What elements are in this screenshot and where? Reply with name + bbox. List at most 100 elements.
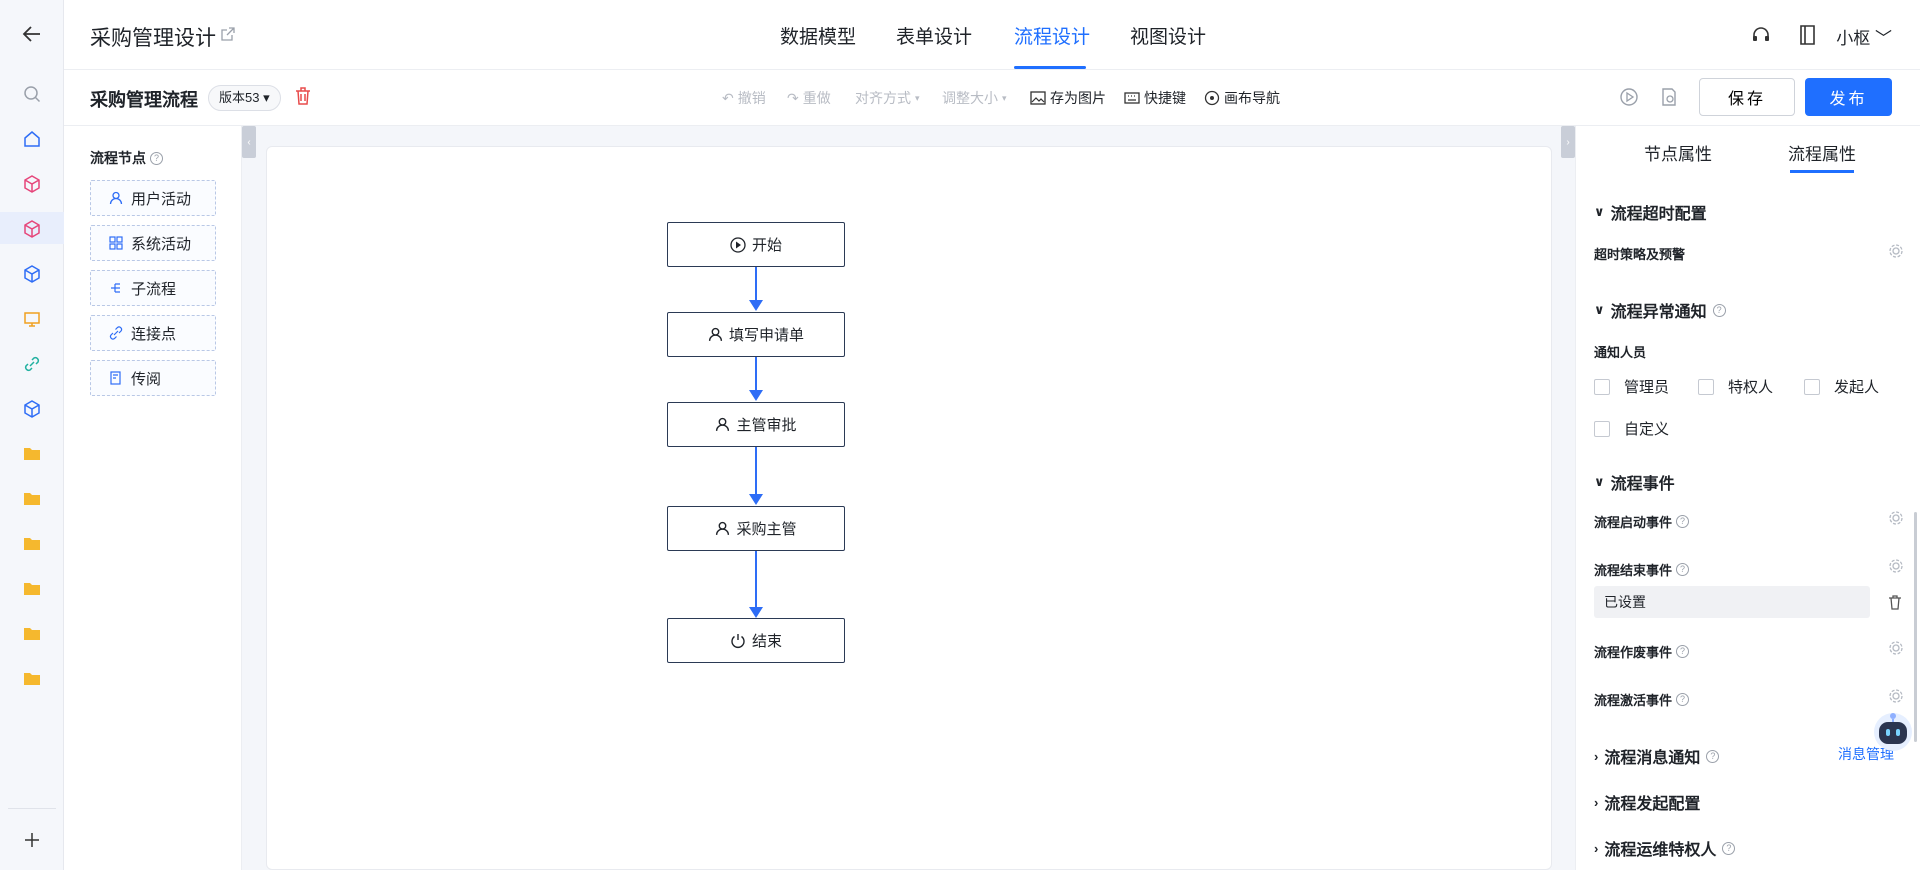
headset-icon[interactable]: [1750, 24, 1772, 46]
folder-icon[interactable]: [20, 622, 44, 646]
cube-pink-icon[interactable]: [20, 172, 44, 196]
back-arrow-icon[interactable]: [20, 22, 44, 46]
tab-form-design[interactable]: 表单设计: [896, 22, 972, 49]
checkbox-custom[interactable]: 自定义: [1594, 418, 1669, 439]
chevron-down-icon: ∨: [1594, 474, 1605, 489]
gear-icon[interactable]: [1888, 510, 1904, 526]
flow-canvas[interactable]: [266, 146, 1552, 870]
flow-node-fill-form[interactable]: 填写申请单: [667, 312, 845, 357]
flow-node-start[interactable]: 开始: [667, 222, 845, 267]
tab-node-properties[interactable]: 节点属性: [1644, 140, 1712, 165]
checkbox-label: 特权人: [1728, 379, 1774, 396]
help-icon[interactable]: ?: [1712, 303, 1726, 317]
checkbox-label: 自定义: [1624, 421, 1670, 438]
section-timeout[interactable]: ∨ 流程超时配置: [1594, 200, 1707, 224]
tab-view-design[interactable]: 视图设计: [1130, 22, 1206, 49]
cube-pink-active-icon[interactable]: [20, 217, 44, 241]
help-icon[interactable]: ?: [150, 151, 163, 165]
assistant-robot-icon[interactable]: [1870, 708, 1916, 752]
book-icon[interactable]: [1798, 24, 1818, 46]
section-exception[interactable]: ∨ 流程异常通知?: [1594, 298, 1726, 322]
flow-edge[interactable]: [755, 357, 757, 390]
user-icon: [109, 191, 123, 205]
folder-icon[interactable]: [20, 532, 44, 556]
flow-node-label: 主管审批: [736, 417, 797, 434]
monitor-icon[interactable]: [20, 307, 44, 331]
delete-icon[interactable]: [1888, 594, 1902, 610]
help-icon[interactable]: ?: [1676, 563, 1690, 576]
circulate-icon: [110, 371, 121, 385]
collapse-right-handle[interactable]: ›: [1561, 126, 1575, 158]
gear-icon[interactable]: [1888, 243, 1904, 259]
user-menu[interactable]: 小枢 ﹀: [1836, 24, 1892, 49]
shortcuts-button[interactable]: 快捷键: [1124, 88, 1186, 108]
external-link-icon[interactable]: [220, 26, 236, 42]
folder-icon[interactable]: [20, 487, 44, 511]
align-button[interactable]: 对齐方式 ▾: [855, 88, 920, 108]
flow-node-end[interactable]: 结束: [667, 618, 845, 663]
help-icon[interactable]: ?: [1676, 515, 1690, 528]
section-message[interactable]: › 流程消息通知?: [1594, 744, 1720, 768]
user-name: 小枢: [1836, 29, 1871, 48]
flow-edge[interactable]: [755, 447, 757, 494]
help-icon[interactable]: ?: [1706, 749, 1720, 763]
version-select[interactable]: 版本53 ▾: [208, 85, 281, 111]
checkbox-initiator[interactable]: 发起人: [1804, 376, 1879, 397]
check-doc-icon[interactable]: [1660, 87, 1678, 107]
flow-toolbar: 采购管理流程 版本53 ▾ ↶ 撤销 ↷ 重做 对齐方式 ▾ 调整大小 ▾ 存为图片 快…: [64, 70, 1920, 126]
chevron-down-icon: ﹀: [1875, 29, 1892, 48]
search-icon[interactable]: [20, 82, 44, 106]
run-preview-icon[interactable]: [1619, 87, 1639, 107]
section-title: 流程运维特权人: [1604, 842, 1717, 859]
event-activate-text: 流程激活事件: [1594, 693, 1673, 708]
undo-button[interactable]: ↶ 撤销: [722, 88, 766, 108]
home-icon[interactable]: [20, 127, 44, 151]
cube-blue-2-icon[interactable]: [20, 397, 44, 421]
top-bar: 采购管理设计 数据模型 表单设计 流程设计 视图设计 小枢 ﹀: [64, 0, 1920, 70]
section-launch[interactable]: › 流程发起配置: [1594, 790, 1700, 814]
save-image-button[interactable]: 存为图片: [1030, 88, 1106, 108]
edge-arrowhead: [749, 300, 763, 311]
checkbox-admin[interactable]: 管理员: [1594, 376, 1669, 397]
folder-icon[interactable]: [20, 577, 44, 601]
flow-edge[interactable]: [755, 266, 757, 300]
resize-button[interactable]: 调整大小 ▾: [942, 88, 1007, 108]
palette-connector[interactable]: 连接点: [90, 315, 216, 351]
flow-node-purchase-manager[interactable]: 采购主管: [667, 506, 845, 551]
help-icon[interactable]: ?: [1676, 693, 1690, 706]
cube-blue-icon[interactable]: [20, 262, 44, 286]
plus-icon[interactable]: [20, 828, 44, 852]
play-icon: [730, 236, 746, 253]
event-end-value[interactable]: 已设置: [1594, 586, 1870, 618]
section-title: 流程异常通知: [1610, 304, 1707, 321]
redo-button[interactable]: ↷ 重做: [787, 88, 831, 108]
checkbox-privileged[interactable]: 特权人: [1698, 376, 1773, 397]
gear-icon[interactable]: [1888, 640, 1904, 656]
help-icon[interactable]: ?: [1676, 645, 1690, 658]
palette-system-activity[interactable]: 系统活动: [90, 225, 216, 261]
canvas-nav-button[interactable]: 画布导航: [1204, 88, 1280, 108]
tab-flow-design[interactable]: 流程设计: [1014, 22, 1090, 49]
delete-version-icon[interactable]: [294, 86, 312, 106]
flow-edge[interactable]: [755, 551, 757, 607]
publish-button[interactable]: 发布: [1805, 78, 1892, 116]
folder-icon[interactable]: [20, 667, 44, 691]
link-rail-icon[interactable]: [20, 352, 44, 376]
event-end-text: 流程结束事件: [1594, 563, 1673, 578]
palette-circulate[interactable]: 传阅: [90, 360, 216, 396]
gear-icon[interactable]: [1888, 688, 1904, 704]
palette-user-activity[interactable]: 用户活动: [90, 180, 216, 216]
folder-icon[interactable]: [20, 442, 44, 466]
event-void-label: 流程作废事件?: [1594, 642, 1690, 661]
flow-node-manager-approval[interactable]: 主管审批: [667, 402, 845, 447]
tab-data-model[interactable]: 数据模型: [780, 22, 856, 49]
save-button[interactable]: 保存: [1699, 78, 1795, 116]
section-events[interactable]: ∨ 流程事件: [1594, 470, 1675, 494]
shortcuts-label: 快捷键: [1144, 90, 1186, 106]
help-icon[interactable]: ?: [1722, 841, 1736, 855]
tab-flow-properties[interactable]: 流程属性: [1788, 140, 1856, 165]
palette-subflow[interactable]: 子流程: [90, 270, 216, 306]
section-ops[interactable]: › 流程运维特权人?: [1594, 836, 1736, 860]
gear-icon[interactable]: [1888, 558, 1904, 574]
collapse-left-handle[interactable]: ‹: [242, 126, 256, 158]
